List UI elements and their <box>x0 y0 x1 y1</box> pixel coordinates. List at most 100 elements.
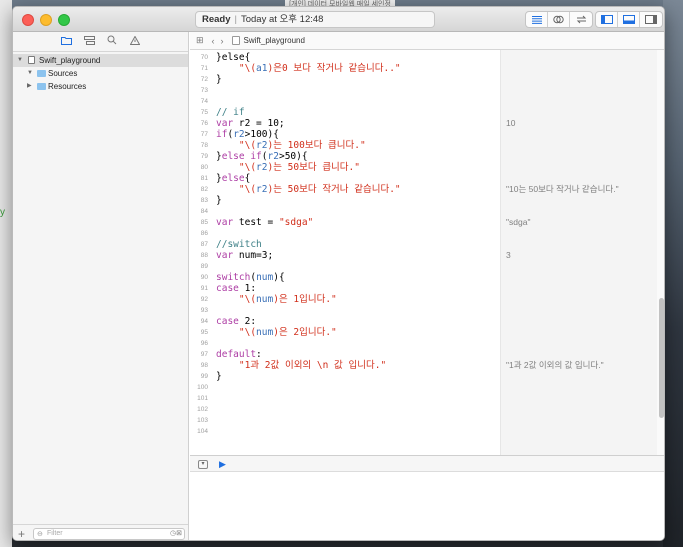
code-text: }else{ <box>216 173 250 184</box>
code-line[interactable]: 97 default: <box>190 349 500 360</box>
code-line[interactable]: 70}else{ <box>190 52 500 63</box>
folder-icon[interactable] <box>60 36 72 48</box>
code-token: case <box>216 316 239 327</box>
code-line[interactable]: 96 <box>190 338 500 349</box>
close-window-button[interactable] <box>22 14 34 26</box>
code-line[interactable]: 101 <box>190 393 500 404</box>
code-text: // if <box>216 107 245 118</box>
code-line[interactable]: 75 // if <box>190 107 500 118</box>
code-line[interactable]: 98 "1과 2값 이외의 \n 값 입니다." <box>190 360 500 371</box>
zoom-window-button[interactable] <box>58 14 70 26</box>
code-line[interactable]: 77 if(r2>100){ <box>190 129 500 140</box>
line-number: 89 <box>200 263 208 270</box>
filter-placeholder: Filter <box>47 530 63 537</box>
code-token: "\( <box>216 140 257 151</box>
line-number: 72 <box>200 76 208 83</box>
hierarchy-icon[interactable] <box>83 35 95 48</box>
code-line[interactable]: 84 <box>190 206 500 217</box>
code-line[interactable]: 80 "\(r2)는 50보다 큽니다." <box>190 162 500 173</box>
code-line[interactable]: 81}else{ <box>190 173 500 184</box>
code-line[interactable]: 79}else if(r2>50){ <box>190 151 500 162</box>
code-line[interactable]: 103 <box>190 415 500 426</box>
disclosure-closed-icon[interactable]: ▶ <box>27 80 32 93</box>
panel-bottom-icon[interactable] <box>618 12 640 27</box>
filter-options-icon[interactable]: ◷⊠ <box>170 529 182 539</box>
debug-toggle-button[interactable]: ▾ <box>198 460 208 469</box>
line-number: 101 <box>197 395 208 402</box>
search-icon[interactable] <box>106 35 118 48</box>
code-text: case 1: <box>216 283 256 294</box>
code-line[interactable]: 72} <box>190 74 500 85</box>
code-token: } <box>216 74 222 85</box>
code-line[interactable]: 104 <box>190 426 500 437</box>
result-value[interactable]: "1과 2값 이외의 값 입니다." <box>506 360 604 371</box>
console-area[interactable] <box>190 472 664 540</box>
filter-input[interactable]: ⊖ Filter ◷⊠ <box>33 528 185 540</box>
code-text: "\(r2)는 50보다 큽니다." <box>216 162 360 173</box>
code-line[interactable]: 83} <box>190 195 500 206</box>
code-text: var test = "sdga" <box>216 217 313 228</box>
minimize-window-button[interactable] <box>40 14 52 26</box>
panel-right-icon[interactable] <box>640 12 662 27</box>
code-token: case <box>216 283 239 294</box>
tree-item-resources[interactable]: ▶ Resources <box>13 80 188 93</box>
line-number: 102 <box>197 406 208 413</box>
add-file-button[interactable]: + <box>18 527 25 540</box>
switch-arrows-icon[interactable] <box>570 12 592 27</box>
code-line[interactable]: 85 var test = "sdga" <box>190 217 500 228</box>
code-line[interactable]: 86 <box>190 228 500 239</box>
line-number: 99 <box>200 373 208 380</box>
code-token: r2 <box>256 162 268 173</box>
code-line[interactable]: 90 switch(num){ <box>190 272 500 283</box>
code-line[interactable]: 73 <box>190 85 500 96</box>
result-value[interactable]: "sdga" <box>506 217 530 228</box>
code-token: r2 = 10; <box>233 118 285 129</box>
link-circles-icon[interactable] <box>548 12 570 27</box>
align-left-icon[interactable] <box>526 12 548 27</box>
code-token: } <box>216 195 222 206</box>
panel-left-icon[interactable] <box>596 12 618 27</box>
code-line[interactable]: 76 var r2 = 10; <box>190 118 500 129</box>
code-token: 2: <box>238 316 257 327</box>
code-line[interactable]: 87 //switch <box>190 239 500 250</box>
line-number: 82 <box>200 186 208 193</box>
tree-item-project[interactable]: ▼ Swift_playground <box>13 54 188 67</box>
status-time: Today at 오후 12:48 <box>240 14 324 25</box>
code-token: num <box>256 294 274 305</box>
code-line[interactable]: 74 <box>190 96 500 107</box>
code-editor[interactable]: 70}else{71 "\(a1)은0 보다 작거나 같습니다.." 72} 73 7… <box>190 50 664 455</box>
code-line[interactable]: 94 case 2: <box>190 316 500 327</box>
run-playground-button[interactable]: ▶ <box>219 459 226 470</box>
forward-arrow-icon[interactable]: › <box>221 36 224 46</box>
code-line[interactable]: 95 "\(num)은 2입니다." <box>190 327 500 338</box>
code-line[interactable]: 78 "\(r2)는 100보다 큽니다." <box>190 140 500 151</box>
code-text: "\(num)은 2입니다." <box>216 327 337 338</box>
code-text: "\(r2)는 100보다 큽니다." <box>216 140 366 151</box>
code-line[interactable]: 99} <box>190 371 500 382</box>
tree-item-sources[interactable]: ▼ Sources <box>13 67 188 80</box>
code-token: "\( <box>216 162 257 173</box>
result-value[interactable]: 10 <box>506 118 515 129</box>
disclosure-open-icon[interactable]: ▼ <box>27 67 33 80</box>
titlebar: Ready | Today at 오후 12:48 <box>13 7 664 32</box>
back-arrow-icon[interactable]: ‹ <box>212 36 215 46</box>
line-number: 104 <box>197 428 208 435</box>
scrollbar-thumb[interactable] <box>659 298 664 418</box>
code-line[interactable]: 102 <box>190 404 500 415</box>
code-line[interactable]: 82 "\(r2)는 50보다 작거나 같습니다." <box>190 184 500 195</box>
code-line[interactable]: 71 "\(a1)은0 보다 작거나 같습니다.." <box>190 63 500 74</box>
line-number: 100 <box>197 384 208 391</box>
result-value[interactable]: "10는 50보다 작거나 같습니다." <box>506 184 619 195</box>
disclosure-open-icon[interactable]: ▼ <box>17 54 23 67</box>
code-line[interactable]: 100 <box>190 382 500 393</box>
jumpbar-file[interactable]: Swift_playground <box>231 36 305 45</box>
code-line[interactable]: 88 var num=3; <box>190 250 500 261</box>
code-line[interactable]: 91 case 1: <box>190 283 500 294</box>
code-line[interactable]: 93 <box>190 305 500 316</box>
code-line[interactable]: 89 <box>190 261 500 272</box>
code-line[interactable]: 92 "\(num)은 1입니다." <box>190 294 500 305</box>
background-window-text: y <box>0 207 5 218</box>
related-items-icon[interactable]: ⊞ <box>196 35 204 46</box>
result-value[interactable]: 3 <box>506 250 511 261</box>
warning-icon[interactable] <box>129 34 141 48</box>
